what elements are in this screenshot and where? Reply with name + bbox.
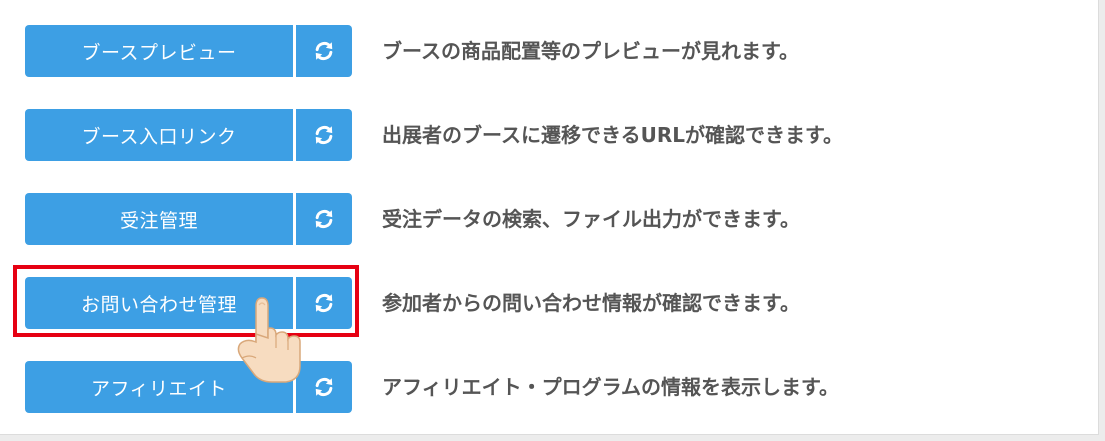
menu-row-booth-preview: ブースプレビュー ブースの商品配置等のプレビューが見れます。 [25, 25, 1085, 77]
booth-preview-refresh-button[interactable] [296, 25, 352, 77]
order-management-refresh-button[interactable] [296, 193, 352, 245]
refresh-icon [315, 41, 333, 61]
menu-panel: ブースプレビュー ブースの商品配置等のプレビューが見れます。 ブース入口リンク … [0, 0, 1099, 435]
refresh-icon [315, 125, 333, 145]
menu-row-order-management: 受注管理 受注データの検索、ファイル出力ができます。 [25, 193, 1085, 245]
booth-entrance-link-refresh-button[interactable] [296, 109, 352, 161]
order-management-button[interactable]: 受注管理 [25, 193, 293, 245]
inquiry-management-description: 参加者からの問い合わせ情報が確認できます。 [382, 291, 800, 315]
booth-preview-button[interactable]: ブースプレビュー [25, 25, 293, 77]
booth-entrance-link-button[interactable]: ブース入口リンク [25, 109, 293, 161]
booth-entrance-link-description: 出展者のブースに遷移できるURLが確認できます。 [382, 123, 843, 147]
menu-row-booth-entrance-link: ブース入口リンク 出展者のブースに遷移できるURLが確認できます。 [25, 109, 1085, 161]
order-management-description: 受注データの検索、ファイル出力ができます。 [382, 207, 800, 231]
booth-preview-description: ブースの商品配置等のプレビューが見れます。 [382, 39, 799, 63]
menu-row-affiliate: アフィリエイト アフィリエイト・プログラムの情報を表示します。 [25, 361, 1085, 413]
refresh-icon [315, 209, 333, 229]
hand-pointer-icon [237, 297, 301, 383]
affiliate-description: アフィリエイト・プログラムの情報を表示します。 [382, 375, 839, 399]
refresh-icon [315, 377, 333, 397]
